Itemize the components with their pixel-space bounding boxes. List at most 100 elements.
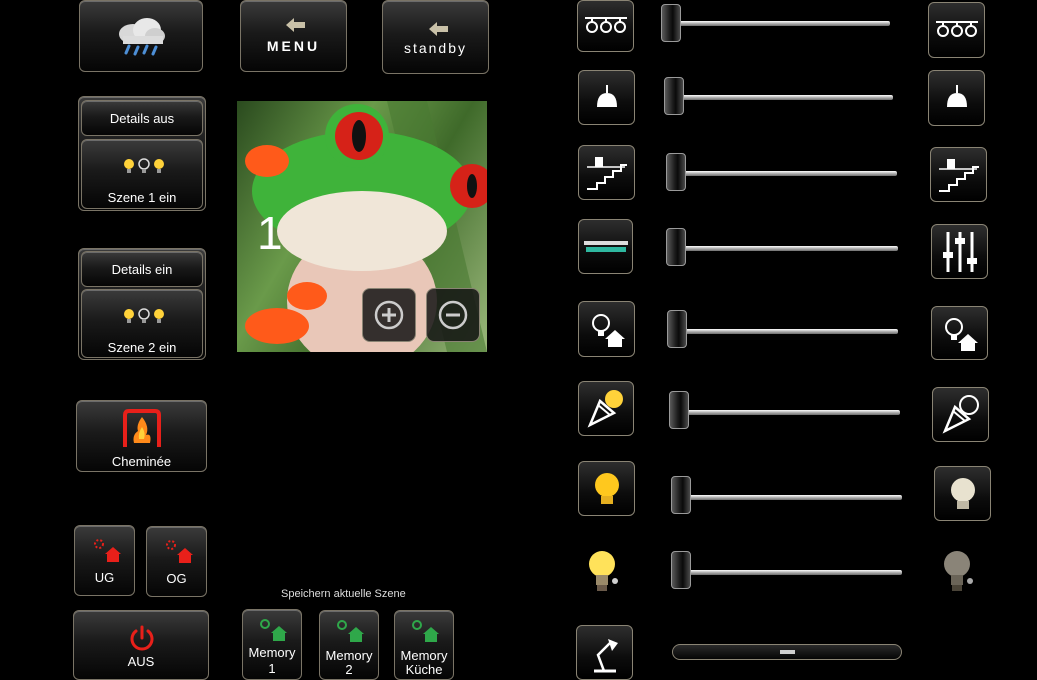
- standby-label: standby: [403, 40, 468, 56]
- save-scene-caption: Speichern aktuelle Szene: [281, 588, 406, 600]
- pendant-lamp-toggle[interactable]: [928, 70, 985, 126]
- frog-image: 1: [237, 101, 487, 352]
- staircase-light-button[interactable]: [578, 145, 635, 200]
- house-light-icon: [337, 620, 364, 642]
- house-bulb-button[interactable]: [578, 301, 635, 357]
- memory1-label-1: Memory: [248, 645, 296, 660]
- house-alarm-icon: [94, 539, 121, 562]
- fireplace-label: Cheminée: [111, 454, 172, 469]
- lightbulb-on-icon[interactable]: [588, 548, 624, 596]
- power-icon: [130, 625, 154, 651]
- dimmer-thumb-5[interactable]: [667, 310, 687, 348]
- bulb-button[interactable]: [578, 461, 635, 516]
- dimmer-track-2[interactable]: [670, 95, 893, 100]
- spotlight-button[interactable]: [578, 381, 634, 436]
- spotlight-icon: [587, 389, 623, 428]
- memory1-button[interactable]: Memory 1: [242, 609, 302, 680]
- off-button[interactable]: AUS: [73, 610, 209, 680]
- ug-button[interactable]: UG: [74, 525, 135, 596]
- fireplace-button[interactable]: Cheminée: [76, 400, 207, 472]
- details-on-button[interactable]: Details ein: [81, 251, 203, 287]
- sliders-icon: [942, 231, 977, 272]
- off-label: AUS: [127, 654, 155, 669]
- ceiling-panel-button[interactable]: [578, 219, 633, 274]
- track-lights-icon: [935, 21, 978, 37]
- details-off-label: Details aus: [109, 110, 175, 126]
- minus-icon: [438, 300, 468, 330]
- ceiling-panel-icon: [583, 240, 628, 252]
- dimmer-track-5[interactable]: [672, 329, 898, 334]
- dimmer-thumb-1[interactable]: [661, 4, 681, 42]
- house-light-icon: [412, 620, 439, 642]
- scene1-label: Szene 1 ein: [107, 190, 177, 205]
- dimmer-handle-9[interactable]: [780, 650, 795, 654]
- weather-button[interactable]: [79, 0, 203, 72]
- house-bulb-icon: [591, 314, 625, 347]
- house-bulb-toggle[interactable]: [931, 306, 988, 360]
- dimmer-thumb-3[interactable]: [666, 153, 686, 191]
- dimmer-thumb-8[interactable]: [671, 551, 691, 589]
- house-bulb-icon: [944, 318, 978, 351]
- menu-label: MENU: [266, 38, 321, 54]
- back-arrow-icon: [286, 18, 305, 32]
- scene1-group: Details aus Szene 1 ein: [78, 96, 206, 211]
- house-light-icon: [260, 619, 287, 641]
- bulbs-icon: [124, 308, 164, 323]
- rain-cloud-icon: [119, 18, 165, 56]
- scene1-button[interactable]: Szene 1 ein: [81, 139, 203, 209]
- memory1-label-2: 1: [268, 661, 276, 676]
- memory2-button[interactable]: Memory 2: [319, 610, 379, 680]
- scene2-label: Szene 2 ein: [107, 340, 177, 355]
- og-label: OG: [166, 571, 187, 586]
- back-arrow-icon: [429, 22, 448, 36]
- scene-number: 1: [257, 207, 283, 259]
- scene2-group: Details ein Szene 2 ein: [78, 248, 206, 360]
- pendant-lamp-icon: [596, 84, 617, 107]
- ug-label: UG: [94, 570, 115, 585]
- memory2-label-2: 2: [345, 662, 353, 677]
- memory-kitchen-label-1: Memory: [400, 648, 448, 663]
- track-lights-toggle[interactable]: [928, 2, 985, 58]
- dimmer-thumb-4[interactable]: [666, 228, 686, 266]
- pendant-lamp-icon: [946, 85, 967, 107]
- dimmer-thumb-7[interactable]: [671, 476, 691, 514]
- og-button[interactable]: OG: [146, 526, 207, 597]
- bulb-icon: [594, 472, 619, 504]
- equalizer-button[interactable]: [931, 224, 988, 279]
- staircase-light-toggle[interactable]: [930, 147, 987, 202]
- lightbulb-off-icon[interactable]: [943, 548, 979, 596]
- dimmer-track-3[interactable]: [672, 171, 897, 176]
- staircase-light-icon: [938, 158, 979, 192]
- plus-icon: [374, 300, 404, 330]
- bulbs-icon: [124, 158, 164, 173]
- track-lights-icon: [584, 17, 627, 33]
- spotlight-toggle[interactable]: [932, 387, 989, 442]
- zoom-in-button[interactable]: [362, 288, 416, 342]
- standby-button[interactable]: standby: [382, 0, 489, 74]
- dimmer-track-7[interactable]: [677, 495, 902, 500]
- bulb-toggle[interactable]: [934, 466, 991, 521]
- dimmer-track-8[interactable]: [676, 570, 902, 575]
- scene2-button[interactable]: Szene 2 ein: [81, 289, 203, 358]
- track-lights-button[interactable]: [577, 0, 634, 52]
- details-on-label: Details ein: [111, 261, 173, 277]
- house-alarm-icon: [166, 540, 193, 563]
- bulb-icon: [950, 477, 975, 509]
- memory-kitchen-label-2: Küche: [405, 662, 443, 677]
- memory2-label-1: Memory: [325, 648, 373, 663]
- memory-kitchen-button[interactable]: Memory Küche: [394, 610, 454, 680]
- dimmer-track-6[interactable]: [674, 410, 900, 415]
- dimmer-track-4[interactable]: [672, 246, 898, 251]
- desk-lamp-button[interactable]: [576, 625, 633, 680]
- staircase-light-icon: [586, 156, 627, 190]
- dimmer-track-1[interactable]: [668, 21, 890, 26]
- spotlight-icon: [942, 394, 979, 434]
- fireplace-icon: [123, 409, 161, 447]
- desk-lamp-icon: [593, 638, 618, 672]
- menu-button[interactable]: MENU: [240, 0, 347, 72]
- details-off-button[interactable]: Details aus: [81, 100, 203, 136]
- zoom-out-button[interactable]: [426, 288, 480, 342]
- dimmer-thumb-2[interactable]: [664, 77, 684, 115]
- dimmer-thumb-6[interactable]: [669, 391, 689, 429]
- pendant-lamp-button[interactable]: [578, 70, 635, 125]
